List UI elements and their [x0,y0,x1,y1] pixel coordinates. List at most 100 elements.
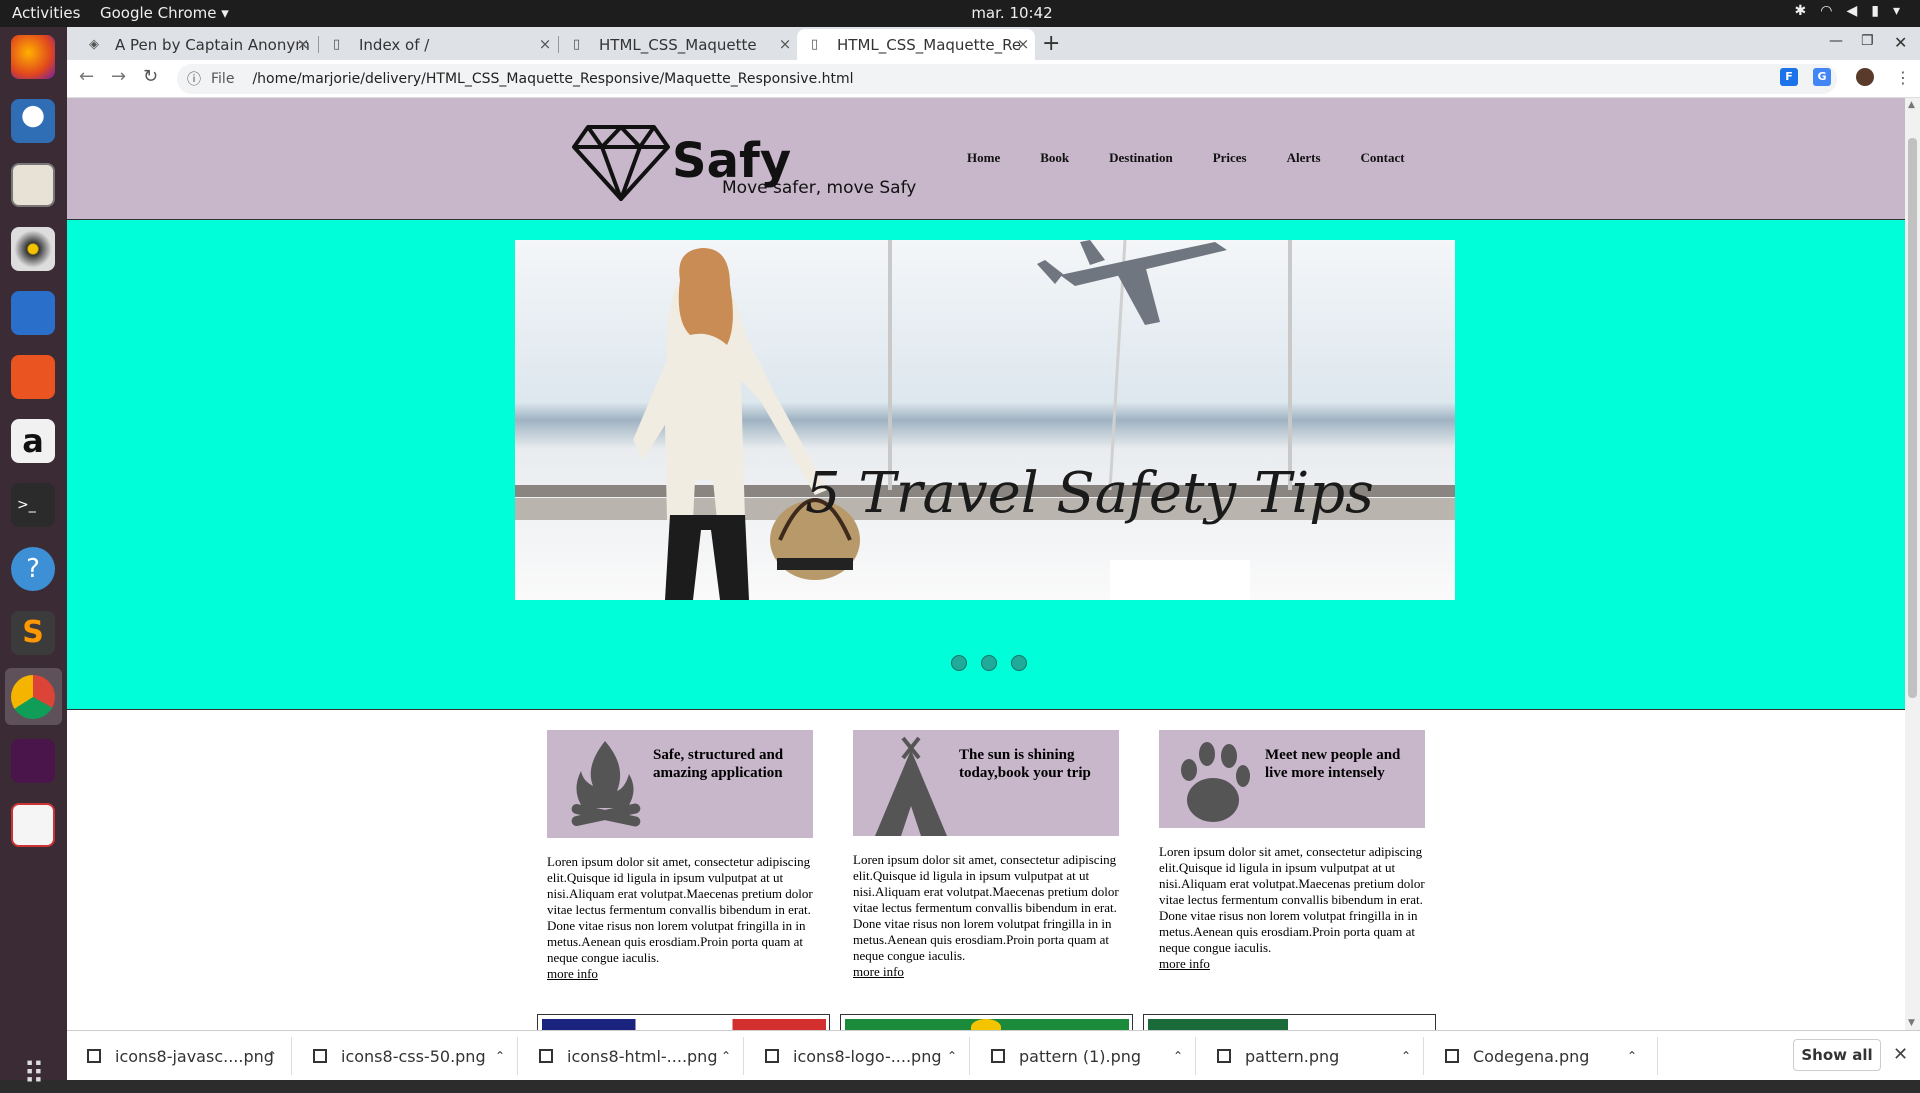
download-filename: pattern (1).png [1019,1046,1142,1066]
screenshot-tool-icon[interactable] [11,803,55,847]
maximize-icon[interactable]: ❐ [1861,33,1874,49]
slack-tray-icon[interactable]: ✱ [1795,3,1807,19]
tab-maquette-responsive[interactable]: ▯ HTML_CSS_Maquette_Re × [797,29,1035,60]
writer-icon[interactable] [11,291,55,335]
download-item[interactable]: icons8-logo-....png [765,1044,942,1068]
minimize-icon[interactable]: — [1829,33,1843,49]
download-options-icon[interactable]: ⌃ [947,1044,957,1068]
download-options-icon[interactable]: ⌃ [1627,1044,1637,1068]
file-icon [313,1049,327,1063]
nav-home[interactable]: Home [967,150,1000,166]
scroll-up-icon[interactable]: ▲ [1908,100,1915,110]
menu-icon[interactable]: ⋮ [1895,68,1911,87]
page-scrollbar[interactable]: ▲ ▼ [1905,98,1920,1030]
app-menu[interactable]: Google Chrome ▾ [100,4,229,22]
download-item[interactable]: icons8-css-50.png [313,1044,486,1068]
download-options-icon[interactable]: ⌃ [1401,1044,1411,1068]
file-icon [1217,1049,1231,1063]
slider-dot[interactable] [981,655,997,671]
file-icon [765,1049,779,1063]
download-item[interactable]: Codegena.png [1445,1044,1589,1068]
download-item[interactable]: icons8-javasc....png [87,1044,274,1068]
extension-icon[interactable]: F [1780,68,1798,86]
destination-card[interactable] [537,1014,830,1030]
address-bar[interactable]: ⓘ File /home/marjorie/delivery/HTML_CSS_… [177,64,1837,94]
nav-alerts[interactable]: Alerts [1287,150,1321,166]
destination-card[interactable] [840,1014,1133,1030]
firefox-icon[interactable] [11,35,55,79]
download-item[interactable]: pattern (1).png [991,1044,1141,1068]
chrome-icon[interactable] [11,675,55,719]
hero-slider: 5 Travel Safety Tips [67,220,1905,710]
battery-icon[interactable]: ▮ [1871,3,1879,19]
scrollbar-thumb[interactable] [1908,138,1917,698]
activities-button[interactable]: Activities [12,4,80,22]
tab-maquette[interactable]: ▯ HTML_CSS_Maquette × [559,29,797,60]
close-tab-icon[interactable]: × [537,35,553,53]
nav-destination[interactable]: Destination [1109,150,1173,166]
download-item[interactable]: icons8-html-....png [539,1044,717,1068]
reload-icon[interactable]: ↻ [143,66,158,87]
nav-prices[interactable]: Prices [1213,150,1247,166]
translate-icon[interactable]: G [1813,68,1831,86]
banner-caption: 5 Travel Safety Tips [805,461,1374,526]
close-window-icon[interactable]: ✕ [1894,33,1907,52]
close-downloads-bar-icon[interactable]: ✕ [1893,1044,1908,1065]
download-options-icon[interactable]: ⌃ [721,1044,731,1068]
back-icon[interactable]: ← [79,66,94,87]
feature-header: The sun is shining today,book your trip [853,730,1119,836]
download-options-icon[interactable]: ⌃ [495,1044,505,1068]
tab-title: HTML_CSS_Maquette_Re [837,35,1022,54]
nav-contact[interactable]: Contact [1361,150,1405,166]
file-icon [1445,1049,1459,1063]
amazon-icon[interactable]: a [11,419,55,463]
url-text[interactable]: /home/marjorie/delivery/HTML_CSS_Maquett… [252,71,853,87]
close-tab-icon[interactable]: × [295,35,311,53]
separator [743,1037,744,1075]
new-tab-button[interactable]: + [1042,31,1060,56]
download-options-icon[interactable]: ⌃ [267,1044,277,1068]
slack-icon[interactable] [11,739,55,783]
volume-icon[interactable]: ◀ [1846,3,1857,19]
software-center-icon[interactable] [11,355,55,399]
tab-codepen[interactable]: ◈ A Pen by Captain Anonym × [75,29,315,60]
sublime-text-icon[interactable]: S [11,611,55,655]
forward-icon[interactable]: → [111,66,126,87]
download-options-icon[interactable]: ⌃ [1173,1044,1183,1068]
feature-card: Safe, structured and amazing application… [547,730,813,982]
tab-index[interactable]: ▯ Index of / × [319,29,557,60]
url-scheme: File [211,71,235,87]
help-icon[interactable]: ? [11,547,55,591]
clock[interactable]: mar. 10:42 [962,4,1062,22]
page-icon: ▯ [333,37,341,52]
power-menu-icon[interactable]: ▾ [1893,3,1900,19]
more-info-link[interactable]: more info [547,966,813,982]
more-info-link[interactable]: more info [1159,956,1425,972]
page-icon: ▯ [811,37,819,52]
feature-body: Loren ipsum dolor sit amet, consectetur … [1159,844,1425,955]
feature-header: Meet new people and live more intensely [1159,730,1425,828]
scroll-down-icon[interactable]: ▼ [1908,1018,1915,1028]
system-tray[interactable]: ✱ ◠ ◀ ▮ ▾ [1795,3,1900,19]
slider-dot[interactable] [951,655,967,671]
feature-header: Safe, structured and amazing application [547,730,813,838]
profile-avatar[interactable] [1856,68,1874,86]
nav-book[interactable]: Book [1040,150,1069,166]
files-icon[interactable] [11,163,55,207]
main-nav: Home Book Destination Prices Alerts Cont… [967,150,1445,166]
terminal-icon[interactable]: >_ [11,483,55,527]
destination-card[interactable] [1143,1014,1436,1030]
close-tab-icon[interactable]: × [1015,35,1031,53]
browser-window: ◈ A Pen by Captain Anonym × ▯ Index of /… [67,27,1920,1080]
show-applications-icon[interactable]: ⠿ [16,1057,52,1093]
show-all-downloads-button[interactable]: Show all [1793,1039,1881,1071]
site-logo[interactable]: Safy Move safer, move Safy [572,123,916,205]
info-icon[interactable]: ⓘ [187,69,201,89]
more-info-link[interactable]: more info [853,964,1119,980]
rhythmbox-icon[interactable] [11,227,55,271]
thunderbird-icon[interactable] [11,99,55,143]
download-item[interactable]: pattern.png [1217,1044,1339,1068]
slider-dot[interactable] [1011,655,1027,671]
close-tab-icon[interactable]: × [777,35,793,53]
wifi-icon[interactable]: ◠ [1820,3,1832,19]
